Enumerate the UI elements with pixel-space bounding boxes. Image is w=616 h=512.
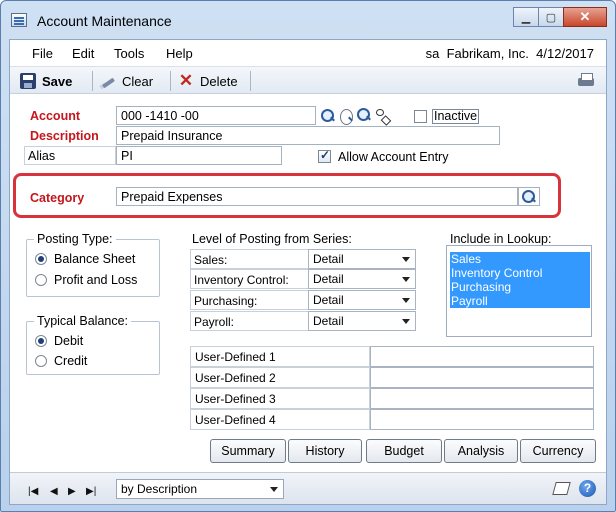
- posting-type-group: [26, 239, 160, 297]
- profit-and-loss-label: Profit and Loss: [54, 273, 138, 287]
- status-bar: |◀ ◀ ▶ ▶| by Description ?: [10, 472, 606, 504]
- next-record-icon[interactable]: ▶: [68, 486, 76, 497]
- lookup-item-payroll[interactable]: Payroll: [450, 294, 590, 308]
- typical-balance-group: [26, 321, 160, 375]
- balance-sheet-radio[interactable]: [35, 253, 47, 265]
- inventory-posting-dropdown[interactable]: Detail: [308, 269, 416, 289]
- toolbar-separator: [92, 71, 93, 91]
- series-label-inventory-control: Inventory Control:: [190, 269, 308, 289]
- user-defined-2-label: User-Defined 2: [190, 367, 370, 388]
- menu-help[interactable]: Help: [166, 46, 193, 61]
- user-defined-4-field[interactable]: [370, 409, 594, 430]
- session-user: sa: [425, 46, 440, 61]
- clear-label: Clear: [122, 73, 154, 89]
- new-document-icon[interactable]: [338, 108, 354, 125]
- alias-field[interactable]: PI: [116, 146, 282, 165]
- minimize-button[interactable]: ▁: [513, 7, 539, 27]
- help-icon[interactable]: ?: [579, 480, 596, 497]
- debit-label: Debit: [54, 334, 84, 348]
- user-defined-2-field[interactable]: [370, 367, 594, 388]
- clear-button[interactable]: Clear: [100, 72, 153, 90]
- save-button[interactable]: Save: [20, 72, 72, 90]
- eraser-icon: [100, 73, 116, 89]
- inactive-checkbox[interactable]: [414, 110, 427, 123]
- arrow-right-icon[interactable]: →: [356, 107, 372, 123]
- analysis-button[interactable]: Analysis: [444, 439, 518, 463]
- profit-and-loss-radio[interactable]: [35, 274, 47, 286]
- history-button[interactable]: History: [288, 439, 362, 463]
- account-field[interactable]: 000 -1410 -00: [116, 106, 316, 125]
- window-controls: ▁ ▢ ✕: [513, 7, 607, 27]
- account-tree-icon[interactable]: [374, 108, 390, 124]
- toolbar: Save Clear ✕ Delete: [10, 66, 606, 94]
- budget-button[interactable]: Budget: [366, 439, 442, 463]
- description-label: Description: [30, 129, 99, 143]
- window-client-area: File Edit Tools Help sa Fabrikam, Inc. 4…: [9, 39, 607, 505]
- account-lookup-icon[interactable]: [320, 108, 336, 124]
- series-label-payroll: Payroll:: [190, 311, 308, 331]
- purchasing-posting-dropdown[interactable]: Detail: [308, 290, 416, 310]
- delete-label: Delete: [200, 73, 238, 89]
- toolbar-separator: [170, 71, 171, 91]
- window-app-icon: [11, 13, 27, 27]
- last-record-icon[interactable]: ▶|: [86, 486, 96, 497]
- session-date: 4/12/2017: [536, 46, 594, 61]
- currency-button[interactable]: Currency: [520, 439, 596, 463]
- menu-file[interactable]: File: [32, 46, 53, 61]
- save-icon: [20, 73, 36, 89]
- description-field[interactable]: Prepaid Insurance: [116, 126, 500, 145]
- title-bar: Account Maintenance ▁ ▢ ✕: [1, 1, 615, 39]
- alias-label: Alias: [24, 146, 116, 165]
- debit-radio[interactable]: [35, 335, 47, 347]
- first-record-icon[interactable]: |◀: [28, 486, 38, 497]
- window-title: Account Maintenance: [37, 13, 172, 29]
- delete-x-icon: ✕: [178, 71, 194, 90]
- session-info: sa Fabrikam, Inc. 4/12/2017: [426, 46, 594, 61]
- note-icon[interactable]: [552, 480, 570, 496]
- lookup-item-purchasing[interactable]: Purchasing: [450, 280, 590, 294]
- level-of-posting-title: Level of Posting from Series:: [192, 232, 352, 246]
- allow-account-entry-label: Allow Account Entry: [338, 150, 449, 164]
- user-defined-1-field[interactable]: [370, 346, 594, 367]
- series-label-purchasing: Purchasing:: [190, 290, 308, 310]
- close-button[interactable]: ✕: [563, 7, 607, 27]
- user-defined-1-label: User-Defined 1: [190, 346, 370, 367]
- toolbar-separator: [250, 71, 251, 91]
- credit-label: Credit: [54, 354, 88, 368]
- user-defined-3-field[interactable]: [370, 388, 594, 409]
- menu-tools[interactable]: Tools: [114, 46, 144, 61]
- print-icon[interactable]: [576, 72, 596, 90]
- delete-button[interactable]: ✕ Delete: [178, 72, 238, 90]
- lookup-item-inventory-control[interactable]: Inventory Control: [450, 266, 590, 280]
- posting-type-title: Posting Type:: [34, 232, 116, 246]
- save-label: Save: [42, 73, 73, 89]
- sales-posting-dropdown[interactable]: Detail: [308, 249, 416, 269]
- category-label: Category: [30, 191, 85, 205]
- inactive-label: Inactive: [432, 109, 480, 124]
- user-defined-4-label: User-Defined 4: [190, 409, 370, 430]
- account-maintenance-window: Account Maintenance ▁ ▢ ✕ File Edit Tool…: [0, 0, 616, 512]
- account-label: Account: [30, 109, 80, 123]
- series-label-sales: Sales:: [190, 249, 308, 269]
- allow-account-entry-checkbox[interactable]: [318, 148, 331, 163]
- summary-button[interactable]: Summary: [210, 439, 286, 463]
- category-field[interactable]: Prepaid Expenses: [116, 187, 518, 206]
- menu-edit[interactable]: Edit: [72, 46, 94, 61]
- category-lookup-icon: [521, 189, 537, 205]
- previous-record-icon[interactable]: ◀: [50, 486, 58, 497]
- sort-order-dropdown[interactable]: by Description: [116, 479, 284, 499]
- payroll-posting-dropdown[interactable]: Detail: [308, 311, 416, 331]
- category-lookup-button[interactable]: [518, 187, 540, 206]
- lookup-item-sales[interactable]: Sales: [450, 252, 590, 266]
- typical-balance-title: Typical Balance:: [34, 314, 132, 328]
- balance-sheet-label: Balance Sheet: [54, 252, 136, 266]
- include-in-lookup-list[interactable]: Sales Inventory Control Purchasing Payro…: [446, 245, 592, 337]
- maximize-button[interactable]: ▢: [538, 7, 564, 27]
- session-company: Fabrikam, Inc.: [446, 46, 529, 61]
- user-defined-3-label: User-Defined 3: [190, 388, 370, 409]
- credit-radio[interactable]: [35, 355, 47, 367]
- include-in-lookup-title: Include in Lookup:: [450, 232, 552, 246]
- menu-bar: File Edit Tools Help sa Fabrikam, Inc. 4…: [10, 40, 606, 66]
